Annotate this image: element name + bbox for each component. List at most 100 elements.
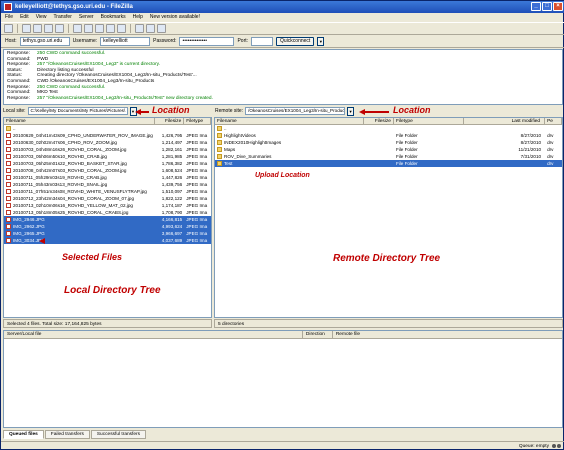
local-file-type — [184, 125, 211, 132]
minimize-button[interactable]: _ — [531, 2, 541, 11]
local-file-row[interactable]: 20100713_02h10m06s16_ROVHD_YELLOW_MAT_02… — [4, 202, 211, 209]
menu-file[interactable]: File — [5, 13, 13, 22]
remote-path-input[interactable]: /OkeanosCruises/EX1004_Leg3/In-situ_Prod… — [245, 107, 346, 115]
message-log[interactable]: Response: 250 CWD command successful. Com… — [3, 49, 563, 105]
local-file-row[interactable]: IMG_2946.JPG 4,166,815 JPEG Ima — [4, 216, 211, 223]
local-col-filetype[interactable]: Filetype — [184, 118, 211, 124]
site-manager-icon[interactable] — [4, 24, 13, 33]
toggle-remote-tree-icon[interactable] — [44, 24, 53, 33]
tab-queued-files[interactable]: Queued files — [3, 430, 44, 439]
username-input[interactable] — [100, 36, 151, 46]
log-text: CWD /OkeanosCruises/EX1004_Leg3/In-situ_… — [37, 78, 155, 84]
local-file-row[interactable]: 20100712_23h42m34s04_ROVHD_CORAL_ZOOM_07… — [4, 195, 211, 202]
local-file-type: JPEG Ima — [186, 154, 208, 159]
quickconnect-button[interactable]: Quickconnect — [276, 36, 315, 46]
remote-file-type: File Folder — [395, 147, 418, 152]
local-file-name: 20100711_05h43m03s13_ROVHD_SNAIL.jpg — [4, 181, 155, 188]
local-status: Selected 4 files. Total size: 17,164,825… — [3, 319, 212, 328]
local-file-name: 20100703_05h06m50s10_ROVHD_CRAB.jpg — [4, 153, 155, 160]
remote-file-row[interactable]: Maps File Folder 11/21/2010 drv — [215, 146, 562, 153]
queue-col-direction[interactable]: Direction — [303, 331, 333, 338]
menu-help[interactable]: Help — [133, 13, 143, 22]
local-file-type: JPEG Ima — [186, 147, 208, 152]
location-local-callout: Location — [152, 105, 190, 115]
toolbar-separator — [68, 24, 69, 33]
host-input[interactable] — [19, 36, 70, 46]
local-file-row[interactable]: 20100629_04h41m43s09_CPHD_UNDERWATER_ROV… — [4, 132, 211, 139]
menu-transfer[interactable]: Transfer — [53, 13, 71, 22]
port-input[interactable] — [251, 36, 274, 46]
remote-col-permissions[interactable]: Pe — [545, 118, 562, 124]
remote-col-modified[interactable]: Last modified — [464, 118, 546, 124]
disconnect-icon[interactable] — [106, 24, 115, 33]
remote-col-filename[interactable]: Filename — [215, 118, 365, 124]
queue-col-local[interactable]: Server/Local file — [4, 331, 303, 338]
folder-icon — [217, 126, 222, 131]
menu-bookmarks[interactable]: Bookmarks — [101, 13, 126, 22]
refresh-icon[interactable] — [73, 24, 82, 33]
remote-file-type: File Folder — [395, 133, 418, 138]
local-file-list[interactable]: Filename Filesize Filetype .. 20100629_04… — [3, 117, 212, 318]
remote-file-name: HighlightVideos — [215, 132, 364, 139]
remote-file-row[interactable]: HighlightVideos File Folder 8/27/2010 drv — [215, 132, 562, 139]
local-file-row[interactable]: IMG_2965.JPG 3,966,697 JPEG Ima — [4, 230, 211, 237]
local-file-row[interactable]: 20100703_05h25m01s22_ROVHD_BASKET_STAR.j… — [4, 160, 211, 167]
local-file-row[interactable]: 20100630_02h02m47s06_CPHD_ROV_ZOOM.jpg 1,… — [4, 139, 211, 146]
log-text: 257 "/OkeanosCruises/EX1004_Leg3" is cur… — [37, 62, 161, 68]
local-file-size: 1,281,985 — [161, 154, 183, 159]
remote-file-row[interactable]: .. — [215, 125, 562, 132]
local-file-row[interactable]: .. — [4, 125, 211, 132]
local-file-row[interactable]: 20100703_05h06m50s10_ROVHD_CRAB.jpg 1,281… — [4, 153, 211, 160]
local-file-row[interactable]: 20100713_05h18m05s25_ROVHD_CORAL_CRABS.j… — [4, 209, 211, 216]
compare-icon[interactable] — [146, 24, 155, 33]
local-file-row[interactable]: 20100711_05h29m03s19_ROVHD_CRAB.jpg 1,447… — [4, 174, 211, 181]
sync-browse-icon[interactable] — [157, 24, 166, 33]
local-col-filename[interactable]: Filename — [4, 118, 155, 124]
maximize-button[interactable]: □ — [542, 2, 552, 11]
remote-file-list[interactable]: Filename Filesize Filetype Last modified… — [214, 117, 563, 318]
filter-icon[interactable] — [135, 24, 144, 33]
remote-file-row[interactable]: ROV_Dive_Summaries File Folder 7/31/2010 dr… — [215, 153, 562, 160]
remote-col-filetype[interactable]: Filetype — [394, 118, 464, 124]
cancel-icon[interactable] — [95, 24, 104, 33]
folder-icon — [6, 126, 11, 131]
menu-view[interactable]: View — [36, 13, 47, 22]
local-file-row[interactable]: 20100703_04h48m16s26_ROVHD_CORAL_ZOOM.jp… — [4, 146, 211, 153]
menu-server[interactable]: Server — [79, 13, 94, 22]
remote-file-type — [394, 125, 464, 132]
image-file-icon — [6, 189, 11, 194]
log-text: 250 CWD command successful. — [37, 84, 106, 90]
toggle-log-icon[interactable] — [22, 24, 31, 33]
menu-new-version[interactable]: New version available! — [150, 13, 200, 22]
close-button[interactable]: × — [553, 2, 563, 11]
local-file-row[interactable]: IMG_2962.JPG 4,993,624 JPEG Ima — [4, 223, 211, 230]
toggle-queue-icon[interactable] — [55, 24, 64, 33]
reconnect-icon[interactable] — [117, 24, 126, 33]
local-col-filesize[interactable]: Filesize — [155, 118, 185, 124]
local-file-size — [155, 125, 185, 132]
password-input[interactable] — [179, 36, 235, 46]
local-file-row[interactable]: 20100711_07h51m34s08_ROVHD_WHITE_VENUSFL… — [4, 188, 211, 195]
quickconnect-dropdown-icon[interactable]: ▼ — [317, 36, 325, 46]
process-queue-icon[interactable] — [84, 24, 93, 33]
remote-file-name: Maps — [215, 146, 364, 153]
remote-file-name: Test — [215, 160, 364, 167]
tab-successful-transfers[interactable]: Successful transfers — [90, 430, 147, 439]
local-file-type: JPEG Ima — [186, 217, 208, 222]
local-path-input[interactable]: C:\Kelley\My Documents\My Pictures\Pictu… — [27, 107, 128, 115]
queue-col-remote[interactable]: Remote file — [333, 331, 562, 338]
local-file-row[interactable]: 20100711_05h43m03s13_ROVHD_SNAIL.jpg 1,43… — [4, 181, 211, 188]
transfer-queue[interactable]: Server/Local file Direction Remote file — [3, 330, 563, 428]
remote-file-perm: drv — [547, 161, 554, 166]
image-file-icon — [6, 210, 11, 215]
tab-failed-transfers[interactable]: Failed transfers — [44, 430, 90, 439]
remote-file-row[interactable]: Test File Folder drv — [215, 160, 562, 167]
remote-path-dropdown-icon[interactable]: ▼ — [347, 106, 355, 116]
remote-file-name: .. — [215, 125, 364, 132]
remote-col-filesize[interactable]: Filesize — [364, 118, 394, 124]
local-file-row[interactable]: 20100708_04h42m07s03_ROVHD_CORAL_ZOOM.jp… — [4, 167, 211, 174]
toggle-local-tree-icon[interactable] — [33, 24, 42, 33]
local-file-row[interactable]: IMG_3034.JPG 4,037,689 JPEG Ima — [4, 237, 211, 244]
remote-file-row[interactable]: INDEX2010HighlightImages File Folder 8/27/… — [215, 139, 562, 146]
menu-edit[interactable]: Edit — [20, 13, 29, 22]
